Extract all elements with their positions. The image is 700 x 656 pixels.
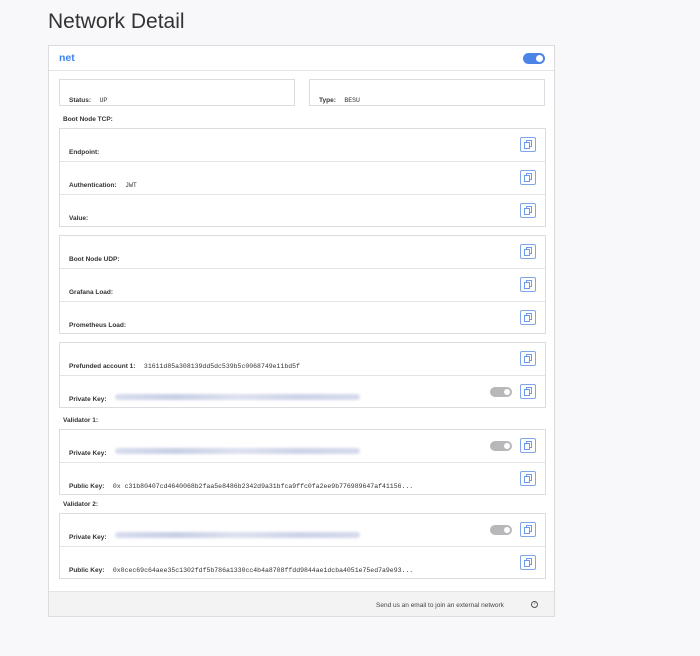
prometheus-label: Prometheus Load: — [69, 322, 127, 329]
email-join-link[interactable]: Send us an email to join an external net… — [376, 602, 504, 609]
copy-icon — [524, 280, 532, 289]
copy-validator-2-public-key-button[interactable] — [520, 555, 536, 570]
authentication-value: JWT — [125, 182, 137, 189]
boot-node-tcp-box: Endpoint: Authentication: JWT Value: — [59, 128, 546, 227]
prefunded-label: Prefunded account 1: — [69, 363, 136, 370]
copy-icon — [524, 558, 532, 567]
copy-grafana-button[interactable] — [520, 277, 536, 292]
status-box: Status: UP — [59, 79, 295, 106]
prefunded-private-key-label: Private Key: — [69, 396, 107, 403]
type-box: Type: BESU — [309, 79, 545, 106]
validator-1-public-key-value: 0x c31b80407cd4640068b2faa5e8486b2342d9a… — [112, 483, 414, 490]
network-card: net Status: UP Type: BESU Boot Node TCP:… — [48, 45, 555, 617]
network-name: net — [59, 52, 75, 64]
validator-1-box: Private Key: Public Key: 0x c31b80407cd4… — [59, 429, 546, 495]
authentication-label: Authentication: — [69, 182, 117, 189]
copy-icon — [524, 525, 532, 534]
boot-node-udp-row: Boot Node UDP: — [60, 236, 545, 269]
network-toggle[interactable] — [523, 53, 545, 64]
validator-2-private-key-row: Private Key: — [60, 514, 545, 547]
validator-2-private-key-label: Private Key: — [69, 534, 107, 541]
type-value: BESU — [344, 97, 360, 104]
boot-node-tcp-label: Boot Node TCP: — [63, 116, 113, 123]
prometheus-row: Prometheus Load: — [60, 302, 545, 335]
validator-2-private-key-value — [115, 531, 361, 538]
copy-validator-1-public-key-button[interactable] — [520, 471, 536, 486]
validator-1-public-key-row: Public Key: 0x c31b80407cd4640068b2faa5e… — [60, 463, 545, 496]
copy-icon — [524, 441, 532, 450]
validator-1-private-key-label: Private Key: — [69, 450, 107, 457]
validator-1-label: Validator 1: — [63, 417, 99, 424]
services-box: Boot Node UDP: Grafana Load: Prometheus … — [59, 235, 546, 334]
validator-2-public-key-value: 0x0cec69c64aee35c1302fdf5b786a1330cc4b4a… — [112, 567, 414, 574]
question-circle-icon[interactable]: ? — [531, 601, 538, 608]
authentication-row: Authentication: JWT — [60, 162, 545, 195]
type-label: Type: — [319, 97, 336, 104]
copy-authentication-button[interactable] — [520, 170, 536, 185]
card-footer: Send us an email to join an external net… — [49, 591, 554, 616]
value-label: Value: — [69, 215, 89, 222]
copy-prefunded-button[interactable] — [520, 351, 536, 366]
grafana-row: Grafana Load: — [60, 269, 545, 302]
copy-validator-1-private-key-button[interactable] — [520, 438, 536, 453]
copy-endpoint-button[interactable] — [520, 137, 536, 152]
status-label: Status: — [69, 97, 92, 104]
show-prefunded-key-toggle[interactable] — [490, 387, 512, 397]
copy-icon — [524, 474, 532, 483]
prefunded-private-key-row: Private Key: — [60, 376, 545, 409]
copy-icon — [524, 206, 532, 215]
copy-value-button[interactable] — [520, 203, 536, 218]
endpoint-row: Endpoint: — [60, 129, 545, 162]
validator-2-box: Private Key: Public Key: 0x0cec69c64aee3… — [59, 513, 546, 579]
boot-node-udp-label: Boot Node UDP: — [69, 256, 120, 263]
validator-2-public-key-label: Public Key: — [69, 567, 105, 574]
grafana-label: Grafana Load: — [69, 289, 114, 296]
validator-1-public-key-label: Public Key: — [69, 483, 105, 490]
copy-icon — [524, 354, 532, 363]
copy-icon — [524, 173, 532, 182]
validator-2-public-key-row: Public Key: 0x0cec69c64aee35c1302fdf5b78… — [60, 547, 545, 580]
validator-2-label: Validator 2: — [63, 501, 99, 508]
copy-icon — [524, 387, 532, 396]
page-title: Network Detail — [48, 10, 185, 33]
prefunded-box: Prefunded account 1: 31611d85a308139dd5d… — [59, 342, 546, 408]
copy-boot-node-udp-button[interactable] — [520, 244, 536, 259]
endpoint-label: Endpoint: — [69, 149, 100, 156]
show-validator-2-key-toggle[interactable] — [490, 525, 512, 535]
show-validator-1-key-toggle[interactable] — [490, 441, 512, 451]
copy-prefunded-private-key-button[interactable] — [520, 384, 536, 399]
validator-1-private-key-row: Private Key: — [60, 430, 545, 463]
copy-icon — [524, 140, 532, 149]
prefunded-value: 31611d85a308139dd5dc539b5c0068749e11bd5f — [143, 363, 300, 370]
status-value: UP — [99, 97, 108, 104]
card-header: net — [49, 46, 554, 71]
prefunded-private-key-value — [115, 393, 361, 400]
copy-prometheus-button[interactable] — [520, 310, 536, 325]
copy-icon — [524, 313, 532, 322]
copy-icon — [524, 247, 532, 256]
prefunded-row: Prefunded account 1: 31611d85a308139dd5d… — [60, 343, 545, 376]
value-row: Value: — [60, 195, 545, 228]
validator-1-private-key-value — [115, 447, 361, 454]
copy-validator-2-private-key-button[interactable] — [520, 522, 536, 537]
